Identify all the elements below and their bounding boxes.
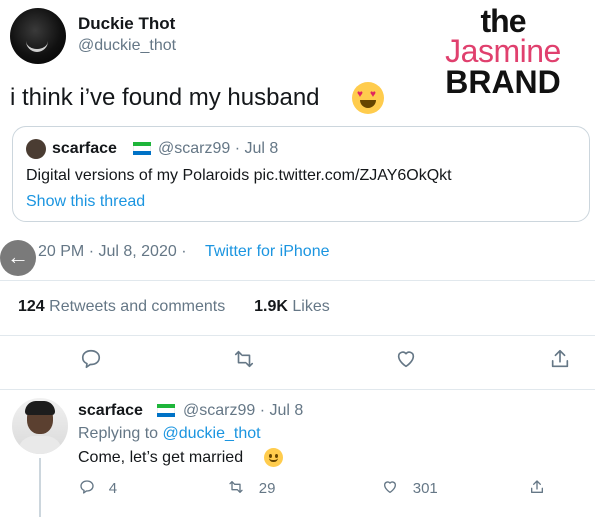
logo-line-the: the (480, 3, 527, 39)
heart-eyes-emoji-icon: ♥ ♥ (352, 82, 384, 114)
reply-author-avatar[interactable] (12, 398, 68, 454)
logo-line-jasmine: Jasmine (445, 33, 561, 69)
heart-icon (380, 478, 405, 497)
heart-icon[interactable] (392, 348, 420, 376)
back-arrow-icon[interactable]: ← (0, 240, 36, 276)
retweets-count[interactable]: 124 (18, 298, 45, 315)
retweet-icon (226, 478, 251, 497)
replying-to-handle[interactable]: @duckie_thot (163, 425, 261, 442)
replying-to-label: Replying to (78, 425, 163, 442)
tweet-timestamp[interactable]: 20 PM · Jul 8, 2020 · (38, 243, 187, 261)
reply-like-button[interactable]: 301 (380, 478, 438, 498)
tweet-source-link[interactable]: Twitter for iPhone (205, 243, 330, 261)
quoted-author-name[interactable]: scarface (52, 140, 117, 158)
smile-emoji-icon (264, 448, 283, 467)
thread-line (39, 458, 41, 517)
reply-retweet-count: 29 (258, 480, 276, 497)
tweet-text: i think i’ve found my husband (10, 84, 320, 111)
reply-text: Come, let’s get married (78, 449, 244, 466)
quoted-tweet-text: Digital versions of my Polaroids pic.twi… (26, 167, 452, 184)
sierra-leone-flag-icon (133, 142, 151, 155)
reply-comment-count: 4 (108, 480, 118, 497)
divider (0, 389, 595, 390)
reply-share-button[interactable] (528, 478, 554, 498)
retweets-label[interactable]: Retweets and comments (45, 298, 225, 315)
quoted-author-handle-date: @scarz99 · Jul 8 (158, 140, 279, 157)
likes-count[interactable]: 1.9K (254, 298, 288, 315)
logo-line-brand: BRAND (445, 64, 561, 100)
reply-author-name[interactable]: scarface (78, 402, 143, 420)
reply-like-count: 301 (412, 480, 438, 497)
comment-icon (78, 478, 101, 497)
reply-author-handle-date: @scarz99 · Jul 8 (183, 402, 304, 419)
author-handle[interactable]: @duckie_thot (78, 37, 176, 55)
quoted-author-avatar[interactable] (26, 139, 46, 159)
jasmine-brand-logo: the Jasmine BRAND (418, 3, 588, 100)
show-thread-link[interactable]: Show this thread (26, 193, 145, 211)
tweet-stats: 124 Retweets and comments 1.9K Likes (18, 298, 330, 316)
divider (0, 335, 595, 336)
reply-comment-button[interactable]: 4 (78, 478, 117, 498)
likes-label[interactable]: Likes (288, 298, 329, 315)
sierra-leone-flag-icon (157, 404, 175, 417)
replying-to-line: Replying to @duckie_thot (78, 425, 261, 443)
author-avatar[interactable] (10, 8, 66, 64)
share-icon[interactable] (546, 348, 574, 376)
author-display-name[interactable]: Duckie Thot (78, 14, 175, 34)
comment-icon[interactable] (77, 348, 105, 376)
divider (0, 280, 595, 281)
reply-retweet-button[interactable]: 29 (226, 478, 275, 498)
share-icon (528, 478, 546, 497)
retweet-icon[interactable] (230, 348, 258, 376)
